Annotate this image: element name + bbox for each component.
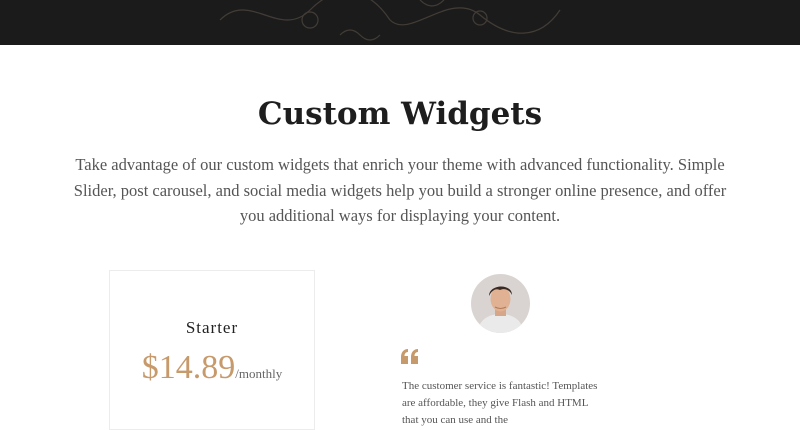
pricing-card-starter: Starter $14.89/monthly: [109, 270, 315, 430]
hero-banner-strip: [0, 0, 800, 45]
testimonial-text: The customer service is fantastic! Templ…: [402, 380, 598, 426]
plan-price: $14.89: [141, 349, 236, 386]
swirl-ornament-icon: [219, 0, 561, 41]
plan-period: /monthly: [235, 366, 283, 381]
person-avatar-icon: [471, 274, 530, 333]
testimonial-avatar: [471, 274, 530, 333]
plan-name: Starter: [185, 318, 239, 337]
quote-mark-icon: [401, 349, 418, 364]
section-description: Take advantage of our custom widgets tha…: [73, 155, 727, 225]
section-title: Custom Widgets: [257, 96, 543, 132]
price-row: $14.89/monthly: [110, 349, 314, 387]
